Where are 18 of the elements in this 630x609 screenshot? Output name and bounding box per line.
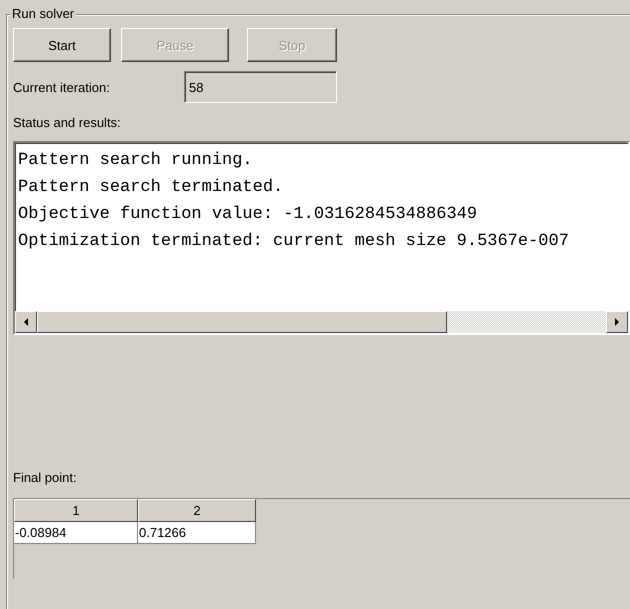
table-cell: -0.08984 <box>14 522 138 544</box>
status-line: Objective function value: -1.0316284534886349 <box>18 204 478 226</box>
status-line: Pattern search running. <box>18 150 254 172</box>
horizontal-scrollbar[interactable] <box>15 311 628 333</box>
scroll-left-icon[interactable] <box>15 311 37 333</box>
final-point-label: Final point: <box>13 470 78 486</box>
status-text-area[interactable]: Pattern search running. Pattern search terminated. Objective function value: -1.0316284534886349 Optimization terminated: current mesh size 9.5367e-007 <box>13 141 630 335</box>
start-button[interactable]: Start <box>13 28 111 62</box>
column-header[interactable]: 2 <box>138 499 256 522</box>
status-label: Status and results: <box>13 115 122 131</box>
iteration-field[interactable]: 58 <box>184 71 337 103</box>
table-cell: 0.71266 <box>138 522 256 544</box>
scrollbar-thumb[interactable] <box>37 311 447 333</box>
column-header[interactable]: 1 <box>14 499 138 522</box>
iteration-label: Current iteration: <box>13 80 111 94</box>
status-line: Optimization terminated: current mesh size 9.5367e-007 <box>18 231 570 253</box>
scroll-right-icon[interactable] <box>606 311 628 333</box>
status-line: Pattern search terminated. <box>18 177 284 199</box>
